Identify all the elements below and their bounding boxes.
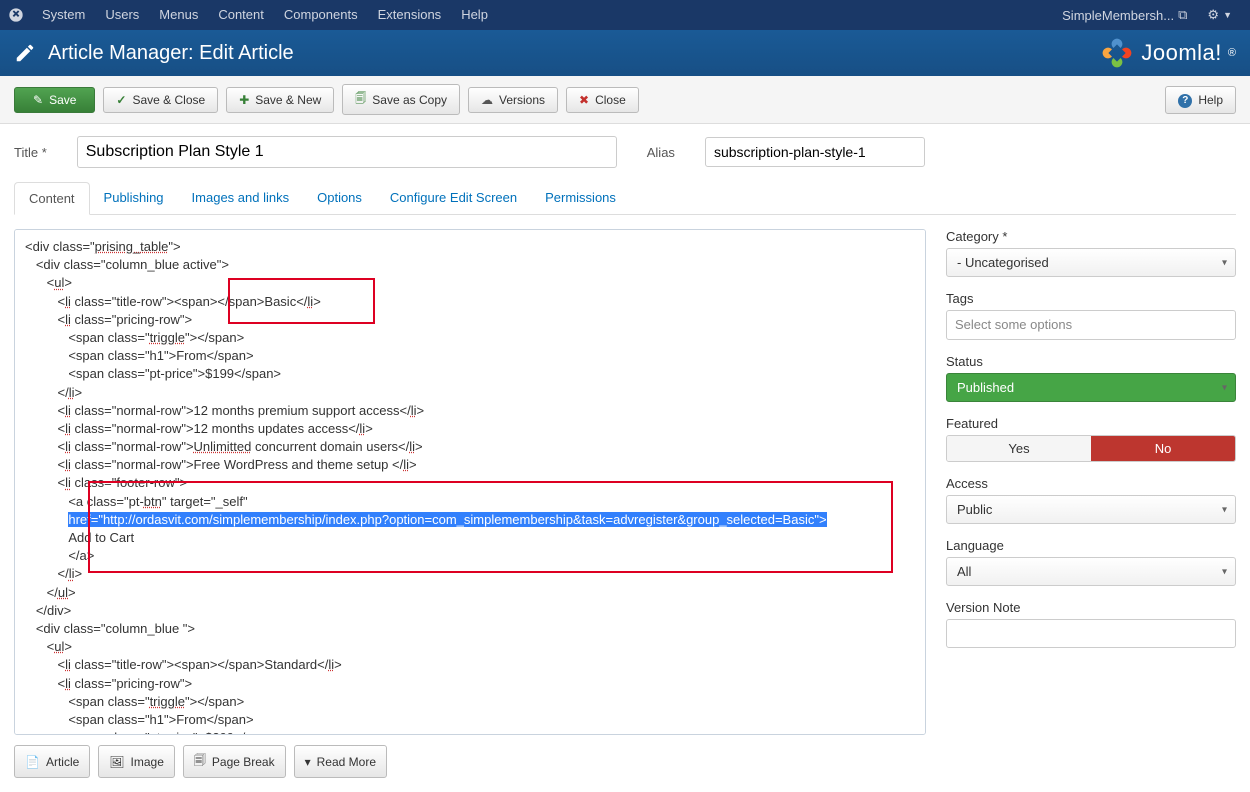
external-link-icon: ⧉ — [1178, 7, 1187, 23]
chevron-down-icon: ▾ — [305, 755, 311, 769]
top-menu-extensions[interactable]: Extensions — [368, 0, 452, 30]
file-icon: 📄 — [25, 755, 40, 769]
save-close-button[interactable]: Save & Close — [103, 87, 218, 113]
sidebar: Category * - Uncategorised Tags Select s… — [946, 229, 1236, 662]
admin-top-bar: SystemUsersMenusContentComponentsExtensi… — [0, 0, 1250, 30]
site-link[interactable]: SimpleMembersh... ⧉ — [1052, 7, 1197, 23]
pagebreak-icon: 🗐 — [194, 751, 206, 772]
top-menu-users[interactable]: Users — [95, 0, 149, 30]
image-button[interactable]: 🖼Image — [98, 745, 175, 778]
pagebreak-button[interactable]: 🗐Page Break — [183, 745, 286, 778]
category-label: Category * — [946, 229, 1236, 244]
cancel-icon — [579, 93, 589, 107]
status-label: Status — [946, 354, 1236, 369]
settings-dropdown[interactable]: ⚙ ▼ — [1197, 7, 1242, 23]
pencil-icon — [14, 42, 36, 64]
access-select[interactable]: Public — [946, 495, 1236, 524]
editor-buttons: 📄Article 🖼Image 🗐Page Break ▾Read More — [14, 745, 926, 778]
save-copy-button[interactable]: Save as Copy — [342, 84, 460, 115]
version-note-label: Version Note — [946, 600, 1236, 615]
readmore-button[interactable]: ▾Read More — [294, 745, 387, 778]
save-button[interactable]: Save — [14, 87, 95, 113]
page-header: Article Manager: Edit Article Joomla! ® — [0, 30, 1250, 76]
close-button[interactable]: Close — [566, 87, 639, 113]
featured-label: Featured — [946, 416, 1236, 431]
top-menu-menus[interactable]: Menus — [149, 0, 208, 30]
check-icon — [116, 93, 126, 107]
top-menu-help[interactable]: Help — [451, 0, 498, 30]
apply-icon — [33, 93, 43, 107]
title-input[interactable] — [77, 136, 617, 168]
code-editor[interactable]: <div class="prising_table"> <div class="… — [14, 229, 926, 735]
alias-label: Alias — [647, 145, 675, 160]
toolbar: Save Save & Close Save & New Save as Cop… — [0, 76, 1250, 124]
plus-icon — [239, 93, 249, 107]
title-alias-row: Title * Alias — [0, 124, 1250, 168]
title-label: Title * — [14, 145, 47, 160]
joomla-logo: Joomla! ® — [1099, 35, 1236, 71]
gear-icon: ⚙ — [1207, 7, 1219, 23]
question-icon — [1178, 92, 1192, 108]
article-button[interactable]: 📄Article — [14, 745, 90, 778]
tags-select[interactable]: Select some options — [946, 310, 1236, 340]
alias-input[interactable] — [705, 137, 925, 167]
tabs: ContentPublishingImages and linksOptions… — [14, 182, 1236, 215]
versions-button[interactable]: Versions — [468, 87, 558, 113]
tags-label: Tags — [946, 291, 1236, 306]
caret-down-icon: ▼ — [1223, 10, 1232, 20]
access-label: Access — [946, 476, 1236, 491]
image-icon: 🖼 — [109, 755, 124, 769]
tab-content[interactable]: Content — [14, 182, 90, 215]
top-menu-content[interactable]: Content — [208, 0, 274, 30]
top-menu-system[interactable]: System — [32, 0, 95, 30]
language-select[interactable]: All — [946, 557, 1236, 586]
save-new-button[interactable]: Save & New — [226, 87, 334, 113]
joomla-icon[interactable] — [8, 7, 24, 23]
category-select[interactable]: - Uncategorised — [946, 248, 1236, 277]
featured-no[interactable]: No — [1091, 436, 1235, 461]
tab-publishing[interactable]: Publishing — [90, 182, 178, 215]
copy-icon — [355, 90, 366, 109]
top-menu-components[interactable]: Components — [274, 0, 368, 30]
language-label: Language — [946, 538, 1236, 553]
tab-options[interactable]: Options — [303, 182, 376, 215]
tab-configure-edit-screen[interactable]: Configure Edit Screen — [376, 182, 531, 215]
featured-toggle[interactable]: Yes No — [946, 435, 1236, 462]
tab-images-and-links[interactable]: Images and links — [178, 182, 304, 215]
page-title: Article Manager: Edit Article — [48, 42, 1099, 65]
tab-permissions[interactable]: Permissions — [531, 182, 630, 215]
help-button[interactable]: Help — [1165, 86, 1236, 114]
featured-yes[interactable]: Yes — [947, 436, 1091, 461]
version-note-input[interactable] — [946, 619, 1236, 648]
versions-icon — [481, 93, 493, 107]
status-select[interactable]: Published — [946, 373, 1236, 402]
